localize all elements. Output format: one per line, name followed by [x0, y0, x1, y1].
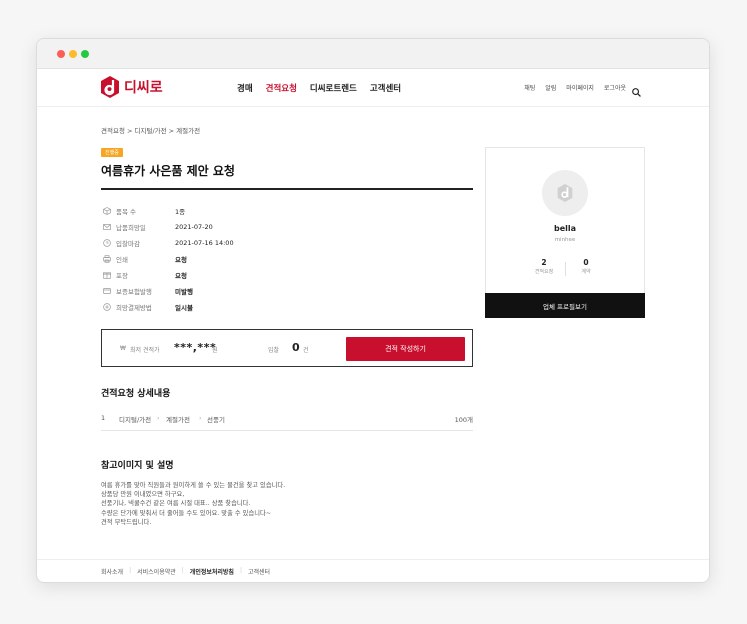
bid-count-unit: 건	[303, 347, 309, 354]
footer-separator: |	[129, 567, 132, 574]
utility-nav: 채팅 알림 마이페이지 로그아웃	[524, 83, 642, 92]
nav-item-support[interactable]: 고객센터	[370, 82, 401, 94]
info-value: 2021-07-16 14:00	[175, 239, 234, 247]
nav-item-trend[interactable]: 디씨로트렌드	[310, 82, 357, 94]
stat-label: 계약	[581, 269, 591, 275]
stat-contracts: 0 계약	[561, 258, 611, 275]
info-value: 일시불	[175, 304, 193, 312]
description-line: 선풍기나, 넥쿨수건 같은 여름 시절 대표.. 상품 찾습니다.	[101, 500, 251, 508]
write-quote-button[interactable]: 견적 작성하기	[346, 337, 465, 361]
category-level-2: 계절가전	[166, 416, 190, 424]
info-value: 미발행	[175, 288, 193, 296]
profile-stats: 2 견적요청 0 계약	[486, 258, 644, 280]
search-icon[interactable]	[632, 82, 641, 97]
info-label: 인쇄	[116, 256, 128, 264]
info-label: 포장	[116, 272, 128, 280]
cube-icon	[103, 207, 111, 215]
row-number: 1	[101, 414, 106, 422]
breadcrumb[interactable]: 견적요청 > 디지털/가전 > 계절가전	[101, 125, 200, 135]
category-level-3: 선풍기	[207, 416, 225, 424]
envelope-icon	[103, 223, 111, 231]
requester-profile-card: bella minhee 2 견적요청 0 계약 업체 프로필보기	[485, 147, 645, 318]
view-company-profile-button[interactable]: 업체 프로필보기	[485, 293, 645, 318]
payment-icon	[103, 303, 111, 311]
info-label: 희망결제방법	[116, 304, 152, 312]
nav-item-auction[interactable]: 경매	[237, 82, 253, 94]
info-value: 1종	[175, 208, 186, 216]
stat-value: 0	[583, 258, 589, 267]
clock-icon	[103, 239, 111, 247]
print-icon	[103, 255, 111, 263]
category-level-1: 디지털/가전	[119, 416, 152, 424]
info-row-bid-deadline: 입찰마감 2021-07-16 14:00	[103, 235, 403, 251]
request-info-list: 품목 수 1종 납품희망일 2021-07-20 입찰마감 2021-07-16…	[103, 203, 403, 315]
info-label: 품목 수	[116, 208, 137, 216]
gift-icon	[103, 271, 111, 279]
info-label: 납품희망일	[116, 224, 146, 232]
util-mypage-link[interactable]: 마이페이지	[566, 83, 594, 92]
footer-link-support[interactable]: 고객센터	[248, 567, 270, 576]
site-header: 디씨로 경매 견적요청 디씨로트렌드 고객센터 채팅 알림 마이페이지 로그아웃	[37, 69, 709, 107]
info-value: 요청	[175, 256, 187, 264]
bid-count-value: 0	[292, 341, 300, 354]
info-value: 요청	[175, 272, 187, 280]
browser-window: 디씨로 경매 견적요청 디씨로트렌드 고객센터 채팅 알림 마이페이지 로그아웃…	[36, 38, 710, 583]
util-logout-link[interactable]: 로그아웃	[604, 83, 626, 92]
footer-link-about[interactable]: 회사소개	[101, 567, 123, 576]
description-line: 견적 부탁드립니다.	[101, 518, 152, 526]
price-unit: 원	[212, 347, 218, 354]
quote-summary-box: ₩ 최저 견적가 ***,*** 원 입찰 0 건 견적 작성하기	[101, 329, 473, 367]
minimize-window-button[interactable]	[69, 50, 77, 58]
description-line: 여름 휴가를 맞아 직원들과 원이하게 쓸 수 있는 물건을 찾고 있습니다.	[101, 482, 286, 489]
site-footer: 회사소개 | 서비스이용약관 | 개인정보처리방침 | 고객센터	[101, 567, 270, 576]
footer-separator: |	[181, 567, 184, 574]
info-row-item-count: 품목 수 1종	[103, 203, 403, 219]
table-row[interactable]: 1 디지털/가전 › 계절가전 › 선풍기 100개	[101, 411, 473, 429]
won-icon: ₩	[120, 345, 126, 352]
brand-logo[interactable]: 디씨로	[101, 76, 163, 98]
info-row-print: 인쇄 요청	[103, 251, 403, 267]
profile-id: minhee	[554, 237, 576, 243]
reference-section-title: 참고이미지 및 설명	[101, 461, 174, 471]
page-title: 여름휴가 사은품 제안 요청	[101, 164, 235, 178]
bid-count-label: 입찰	[268, 347, 280, 354]
brand-name: 디씨로	[124, 80, 163, 96]
footer-link-privacy[interactable]: 개인정보처리방침	[190, 567, 234, 576]
footer-separator: |	[239, 567, 242, 574]
info-value: 2021-07-20	[175, 223, 213, 231]
nav-item-quote-request[interactable]: 견적요청	[266, 82, 297, 94]
chevron-right-icon: ›	[157, 414, 160, 422]
reference-description: 여름 휴가를 맞아 직원들과 원이하게 쓸 수 있는 물건을 찾고 있습니다. …	[101, 481, 285, 527]
divider	[101, 430, 473, 431]
info-label: 보증보험발행	[116, 288, 152, 296]
close-window-button[interactable]	[57, 50, 65, 58]
util-notification-link[interactable]: 알림	[545, 83, 556, 92]
title-divider	[101, 188, 473, 190]
description-line: 수량은 단가에 맞춰서 더 줄어들 수도 있어요. 맞출 수 있습니다~	[101, 509, 272, 517]
info-row-payment: 희망결제방법 일시불	[103, 299, 403, 315]
description-line: 상품당 만원 이내였으면 하구요,	[101, 491, 185, 499]
info-row-packaging: 포장 요청	[103, 267, 403, 283]
lowest-price-label: 최저 견적가	[130, 347, 160, 354]
profile-name: bella	[553, 224, 577, 233]
info-row-delivery-date: 납품희망일 2021-07-20	[103, 219, 403, 235]
detail-section-title: 견적요청 상세내용	[101, 389, 171, 399]
main-nav: 경매 견적요청 디씨로트렌드 고객센터	[237, 82, 401, 94]
d-logo-icon	[101, 76, 119, 98]
footer-link-terms[interactable]: 서비스이용약관	[137, 567, 176, 576]
info-label: 입찰마감	[116, 240, 140, 248]
row-quantity: 100개	[454, 416, 473, 424]
util-chat-link[interactable]: 채팅	[524, 83, 535, 92]
footer-divider	[37, 559, 709, 560]
chevron-right-icon: ›	[199, 414, 202, 422]
avatar	[542, 170, 588, 216]
status-badge: 진행중	[101, 148, 123, 157]
shield-icon	[103, 287, 111, 295]
lowest-price-value: ***,***	[174, 341, 217, 354]
info-row-insurance: 보증보험발행 미발행	[103, 283, 403, 299]
maximize-window-button[interactable]	[81, 50, 89, 58]
d-logo-icon	[557, 184, 573, 202]
window-titlebar	[37, 39, 709, 69]
